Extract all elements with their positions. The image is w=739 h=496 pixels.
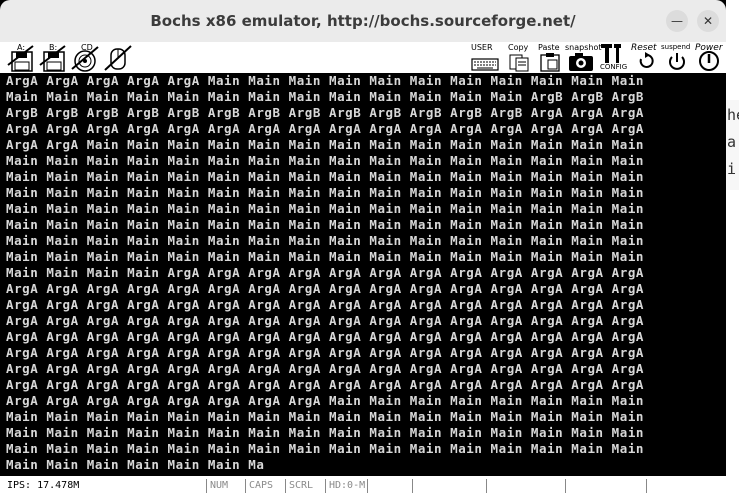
status-slot bbox=[412, 479, 456, 493]
cdrom-button[interactable]: CD bbox=[70, 43, 100, 72]
caps-lock-indicator: CAPS bbox=[245, 479, 283, 493]
background-text-h: he bbox=[727, 106, 739, 124]
floppy-b-label: B: bbox=[49, 43, 58, 52]
power-button[interactable]: Power bbox=[694, 43, 726, 72]
hard-disk-indicator: HD:0-M bbox=[325, 479, 365, 493]
mouse-icon bbox=[104, 45, 132, 71]
user-button[interactable]: USER bbox=[470, 43, 500, 72]
emulator-screen[interactable]: ArgA ArgA ArgA ArgA ArgA Main Main Main … bbox=[4, 73, 726, 473]
close-icon: ✕ bbox=[702, 14, 714, 28]
floppy-b-button[interactable]: B: bbox=[38, 43, 68, 72]
background-window-fragment: he a i bbox=[726, 100, 739, 190]
status-bar: IPS: 17.478M NUM CAPS SCRL HD:0-M bbox=[0, 476, 726, 496]
minimize-icon: — bbox=[671, 14, 683, 28]
reset-button[interactable]: Reset bbox=[630, 43, 662, 72]
status-slot bbox=[486, 479, 530, 493]
close-button[interactable]: ✕ bbox=[697, 10, 719, 32]
status-slot bbox=[646, 479, 690, 493]
power-label: Power bbox=[695, 43, 723, 53]
floppy-a-label: A: bbox=[17, 43, 26, 52]
background-text-a: a bbox=[727, 133, 737, 151]
snapshot-label: snapshot bbox=[565, 43, 602, 52]
config-button[interactable]: CONFIG bbox=[598, 43, 628, 72]
paste-label: Paste bbox=[538, 43, 560, 52]
status-slot bbox=[367, 479, 411, 493]
reset-label: Reset bbox=[631, 43, 657, 53]
title-bar[interactable]: Bochs x86 emulator, http://bochs.sourcef… bbox=[0, 0, 726, 43]
config-label: CONFIG bbox=[600, 63, 628, 71]
paste-button[interactable]: Paste bbox=[536, 43, 564, 72]
desktop-background: he a i bbox=[726, 0, 739, 496]
minimize-button[interactable]: — bbox=[666, 10, 688, 32]
window-title: Bochs x86 emulator, http://bochs.sourcef… bbox=[150, 12, 576, 30]
floppy-a-button[interactable]: A: bbox=[6, 43, 36, 72]
scroll-lock-indicator: SCRL bbox=[285, 479, 323, 493]
ips-indicator: IPS: 17.478M bbox=[7, 480, 80, 491]
suspend-label: suspend bbox=[661, 43, 691, 51]
copy-label: Copy bbox=[508, 43, 529, 52]
screen-text: ArgA ArgA ArgA ArgA ArgA Main Main Main … bbox=[6, 73, 644, 472]
num-lock-indicator: NUM bbox=[206, 479, 244, 493]
bochs-window: Bochs x86 emulator, http://bochs.sourcef… bbox=[0, 0, 726, 496]
bochs-toolbar: A: B: CD USER Copy Paste snapshot CONFIG… bbox=[0, 42, 726, 73]
copy-button[interactable]: Copy bbox=[505, 43, 533, 72]
snapshot-button[interactable]: snapshot bbox=[565, 43, 602, 72]
suspend-button[interactable]: suspend bbox=[661, 43, 693, 72]
background-text-i: i bbox=[727, 160, 737, 178]
status-slot bbox=[565, 479, 609, 493]
cdrom-label: CD bbox=[81, 43, 93, 52]
user-label: USER bbox=[471, 43, 493, 52]
mouse-capture-button[interactable] bbox=[102, 43, 134, 72]
